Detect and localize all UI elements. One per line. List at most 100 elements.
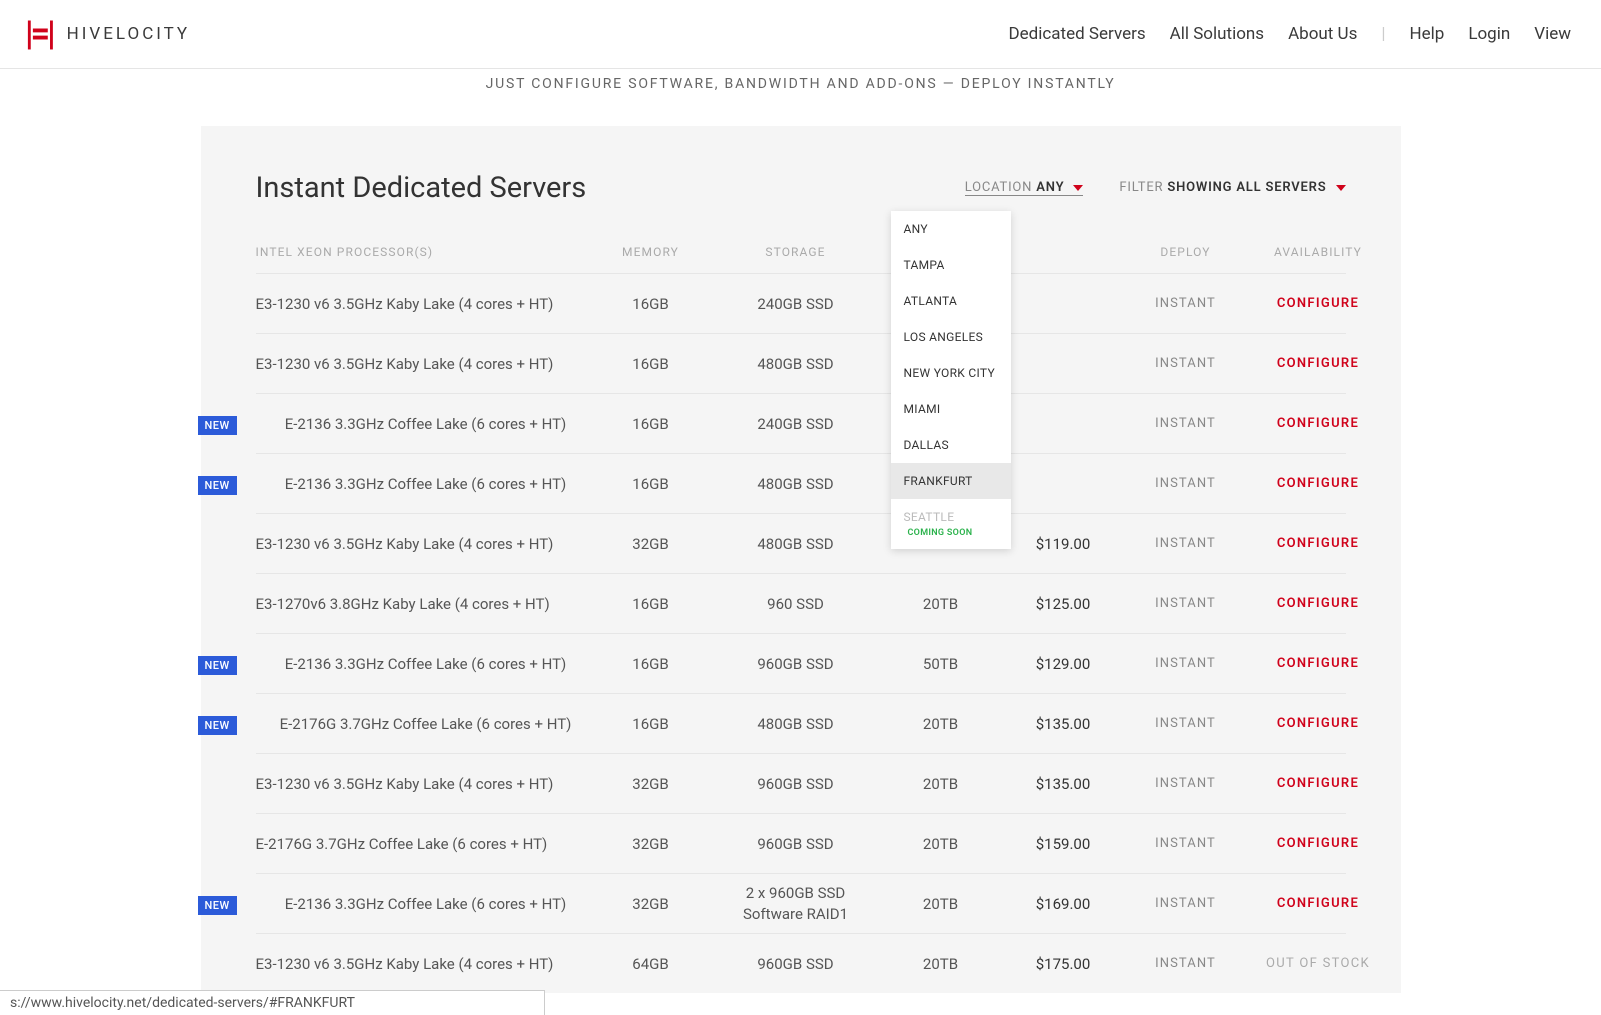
new-badge: NEW (198, 716, 237, 735)
cell-storage: 480GB SSD (706, 715, 886, 733)
location-option-tampa[interactable]: TAMPA (891, 247, 1011, 283)
nav-login[interactable]: Login (1468, 24, 1510, 44)
chevron-down-icon (1073, 185, 1083, 191)
nav-help[interactable]: Help (1410, 24, 1445, 44)
configure-button[interactable]: CONFIGURE (1241, 776, 1396, 791)
col-storage: STORAGE (706, 245, 886, 259)
top-nav: Dedicated Servers All Solutions About Us… (1009, 24, 1571, 44)
configure-button[interactable]: CONFIGURE (1241, 296, 1396, 311)
cell-deploy: INSTANT (1131, 716, 1241, 731)
cell-deploy: INSTANT (1131, 356, 1241, 371)
cell-memory: 16GB (596, 475, 706, 493)
cell-memory: 16GB (596, 355, 706, 373)
cell-memory: 16GB (596, 715, 706, 733)
cell-transfer: 50TB (886, 655, 996, 673)
col-memory: MEMORY (596, 245, 706, 259)
location-dropdown: ANYTAMPAATLANTALOS ANGELESNEW YORK CITYM… (891, 211, 1011, 549)
cell-memory: 32GB (596, 535, 706, 553)
table-row: E3-1230 v6 3.5GHz Kaby Lake (4 cores + H… (256, 333, 1346, 393)
new-badge: NEW (198, 416, 237, 435)
cell-deploy: INSTANT (1131, 896, 1241, 911)
col-deploy: DEPLOY (1131, 245, 1241, 259)
table-row: NEWE-2136 3.3GHz Coffee Lake (6 cores + … (256, 393, 1346, 453)
table-body: E3-1230 v6 3.5GHz Kaby Lake (4 cores + H… (256, 273, 1346, 993)
location-filter[interactable]: LOCATION ANY (965, 180, 1084, 196)
cell-processor: E-2176G 3.7GHz Coffee Lake (6 cores + HT… (256, 835, 596, 853)
location-option-atlanta[interactable]: ATLANTA (891, 283, 1011, 319)
cell-deploy: INSTANT (1131, 536, 1241, 551)
nav-separator: | (1381, 24, 1385, 44)
location-option-frankfurt[interactable]: FRANKFURT (891, 463, 1011, 499)
cell-price: $175.00 (996, 955, 1131, 973)
new-badge: NEW (198, 476, 237, 495)
cell-storage: 960GB SSD (706, 835, 886, 853)
cell-processor: E3-1230 v6 3.5GHz Kaby Lake (4 cores + H… (256, 775, 596, 793)
cell-memory: 32GB (596, 775, 706, 793)
cell-transfer: 20TB (886, 895, 996, 913)
cell-memory: 32GB (596, 895, 706, 913)
location-option-los-angeles[interactable]: LOS ANGELES (891, 319, 1011, 355)
location-option-miami[interactable]: MIAMI (891, 391, 1011, 427)
logo-icon: |=| (25, 17, 53, 51)
site-header: |=| HIVELOCITY Dedicated Servers All Sol… (0, 0, 1601, 69)
configure-button[interactable]: CONFIGURE (1241, 356, 1396, 371)
chevron-down-icon (1336, 185, 1346, 191)
server-table-container: Instant Dedicated Servers LOCATION ANY F… (201, 126, 1401, 993)
cell-price: $159.00 (996, 835, 1131, 853)
brand[interactable]: |=| HIVELOCITY (25, 17, 190, 51)
location-option-any[interactable]: ANY (891, 211, 1011, 247)
configure-button[interactable]: CONFIGURE (1241, 896, 1396, 911)
nav-all-solutions[interactable]: All Solutions (1170, 24, 1264, 44)
cell-storage: 960GB SSD (706, 655, 886, 673)
cell-deploy: INSTANT (1131, 596, 1241, 611)
cell-transfer: 20TB (886, 595, 996, 613)
configure-button[interactable]: CONFIGURE (1241, 416, 1396, 431)
table-row: E3-1270v6 3.8GHz Kaby Lake (4 cores + HT… (256, 573, 1346, 633)
nav-about-us[interactable]: About Us (1288, 24, 1357, 44)
cell-deploy: INSTANT (1131, 956, 1241, 971)
cell-price: $125.00 (996, 595, 1131, 613)
configure-button[interactable]: CONFIGURE (1241, 476, 1396, 491)
location-option-new-york-city[interactable]: NEW YORK CITY (891, 355, 1011, 391)
location-option-seattle: SEATTLE COMING SOON (891, 499, 1011, 549)
cell-price: $169.00 (996, 895, 1131, 913)
configure-button[interactable]: CONFIGURE (1241, 536, 1396, 551)
cell-storage: 480GB SSD (706, 475, 886, 493)
configure-button[interactable]: CONFIGURE (1241, 656, 1396, 671)
cell-deploy: INSTANT (1131, 836, 1241, 851)
table-row: E3-1230 v6 3.5GHz Kaby Lake (4 cores + H… (256, 513, 1346, 573)
cell-storage: 240GB SSD (706, 295, 886, 313)
cell-processor: E-2136 3.3GHz Coffee Lake (6 cores + HT) (256, 475, 596, 493)
location-option-dallas[interactable]: DALLAS (891, 427, 1011, 463)
cell-processor: E3-1230 v6 3.5GHz Kaby Lake (4 cores + H… (256, 535, 596, 553)
cell-processor: E3-1270v6 3.8GHz Kaby Lake (4 cores + HT… (256, 595, 596, 613)
table-head: INTEL XEON PROCESSOR(S) MEMORY STORAGE T… (256, 245, 1346, 273)
new-badge: NEW (198, 896, 237, 915)
cell-memory: 32GB (596, 835, 706, 853)
table-row: NEWE-2136 3.3GHz Coffee Lake (6 cores + … (256, 633, 1346, 693)
cell-processor: E-2136 3.3GHz Coffee Lake (6 cores + HT) (256, 895, 596, 913)
out-of-stock-label: OUT OF STOCK (1241, 956, 1396, 971)
col-availability: AVAILABILITY (1241, 245, 1396, 259)
configure-button[interactable]: CONFIGURE (1241, 836, 1396, 851)
cell-storage: 480GB SSD (706, 535, 886, 553)
cell-processor: E-2136 3.3GHz Coffee Lake (6 cores + HT) (256, 655, 596, 673)
cell-processor: E3-1230 v6 3.5GHz Kaby Lake (4 cores + H… (256, 955, 596, 973)
cell-storage: 960 SSD (706, 595, 886, 613)
cell-memory: 16GB (596, 655, 706, 673)
cell-processor: E3-1230 v6 3.5GHz Kaby Lake (4 cores + H… (256, 355, 596, 373)
table-row: NEWE-2176G 3.7GHz Coffee Lake (6 cores +… (256, 693, 1346, 753)
cell-price: $135.00 (996, 775, 1131, 793)
cell-transfer: 20TB (886, 775, 996, 793)
cell-deploy: INSTANT (1131, 416, 1241, 431)
server-filter[interactable]: FILTER SHOWING ALL SERVERS (1119, 180, 1345, 196)
nav-view[interactable]: View (1534, 24, 1571, 44)
cell-transfer: 20TB (886, 835, 996, 853)
page-title: Instant Dedicated Servers (256, 171, 587, 205)
configure-button[interactable]: CONFIGURE (1241, 716, 1396, 731)
cell-deploy: INSTANT (1131, 776, 1241, 791)
nav-dedicated-servers[interactable]: Dedicated Servers (1009, 24, 1146, 44)
cell-storage: 2 x 960GB SSDSoftware RAID1 (706, 883, 886, 924)
configure-button[interactable]: CONFIGURE (1241, 596, 1396, 611)
cell-price: $129.00 (996, 655, 1131, 673)
